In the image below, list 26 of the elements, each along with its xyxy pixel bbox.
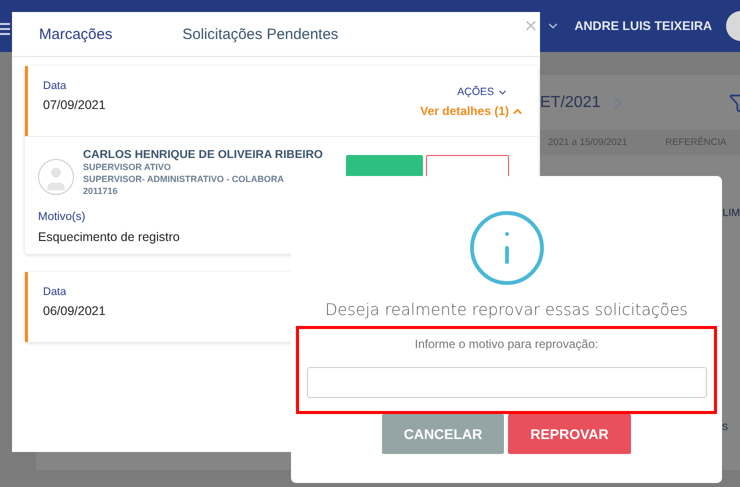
person-code: 2011716 xyxy=(83,185,118,197)
tab[interactable]: Solicitações Pendentes xyxy=(182,26,338,42)
reason-value: Esquecimento de registro xyxy=(38,230,181,244)
reason-input[interactable] xyxy=(306,367,706,398)
details-link[interactable]: Ver detalhes (1) xyxy=(420,104,524,118)
person-name: CARLOS HENRIQUE DE OLIVEIRA RIBEIRO xyxy=(83,149,323,161)
cancel-button[interactable]: CANCELAR xyxy=(382,414,504,454)
close-button[interactable]: × xyxy=(524,16,538,36)
prompt-label: Informe o motivo para reprovação: xyxy=(414,337,598,351)
column-header: LIM xyxy=(722,207,740,219)
menu-icon[interactable] xyxy=(0,23,10,35)
person-role: SUPERVISOR- ADMINISTRATIVO - COLABORA xyxy=(83,173,284,185)
text-fragment: s xyxy=(722,419,728,433)
period-label: ET/2021 xyxy=(540,94,600,112)
avatar-placeholder xyxy=(38,159,74,195)
reason-label: Motivo(s) xyxy=(38,211,86,223)
user-name: ANDRE LUIS TEIXEIRA xyxy=(574,19,712,33)
date-value: 07/09/2021 xyxy=(43,98,106,112)
date-label: Data xyxy=(43,80,68,92)
person-status: SUPERVISOR ATIVO xyxy=(83,161,171,173)
tab[interactable]: Marcações xyxy=(39,26,112,42)
date-label: Data xyxy=(43,286,68,298)
dialog-title: Deseja realmente reprovar essas solicitações xyxy=(325,300,688,319)
date-value: 06/09/2021 xyxy=(43,304,106,318)
actions-dropdown[interactable]: AÇÕES xyxy=(457,86,524,98)
reject-button[interactable]: REPROVAR xyxy=(508,414,631,454)
